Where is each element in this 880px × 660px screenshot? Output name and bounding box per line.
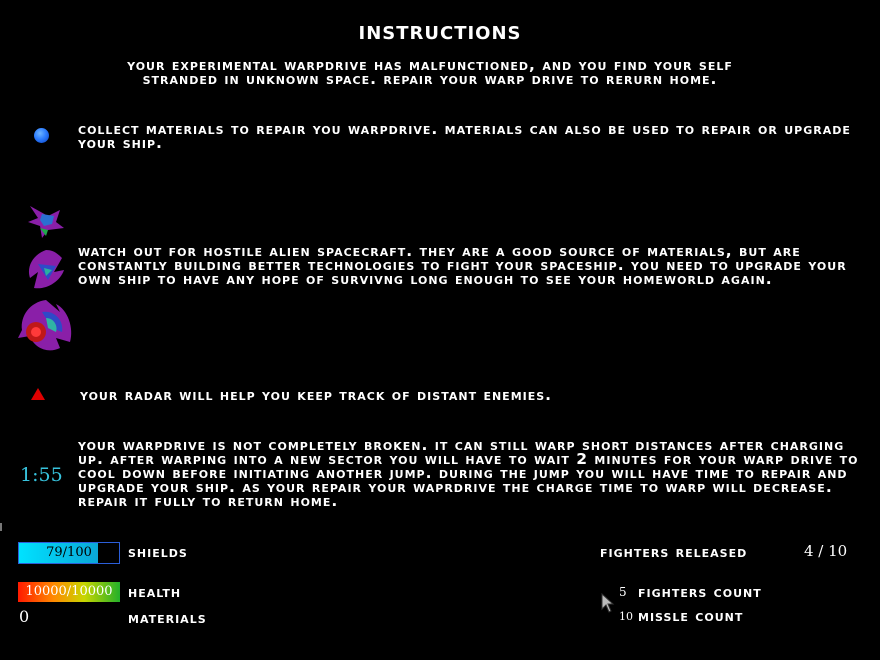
shields-value: 79/100: [46, 545, 92, 560]
fighters-released-value: 4 / 10: [804, 542, 848, 560]
shields-label: Shields: [128, 543, 188, 561]
radar-text: Your radar will help you keep track of d…: [80, 386, 553, 404]
missle-count-value: 10: [619, 610, 633, 623]
warp-timer: 1:55: [20, 464, 63, 486]
mouse-cursor-icon: [601, 593, 615, 613]
materials-value: 0: [19, 607, 30, 626]
edge-mark: [0, 523, 2, 531]
intro-text: Your experimental warpdrive has malfunct…: [127, 56, 733, 88]
missle-count-label: Missle Count: [638, 607, 744, 625]
shields-bar: 79/100: [18, 542, 120, 564]
fighters-count-value: 5: [619, 585, 627, 599]
alien-mothership-icon: [18, 300, 72, 351]
fighters-released-label: Fighters Released: [600, 543, 748, 561]
alien-fighter-icon: [28, 206, 64, 238]
health-label: Health: [128, 583, 182, 601]
aliens-text: Watch out for hostile alien spacecraft. …: [78, 242, 847, 288]
materials-label: Materials: [128, 609, 207, 627]
health-bar: 10000/10000: [18, 582, 120, 602]
blue-orb-icon: [34, 128, 49, 143]
page-title: Instructions: [358, 16, 522, 46]
fighters-count-label: Fighters Count: [638, 583, 762, 601]
warp-text: Your warpdrive is not completely broken.…: [78, 436, 859, 510]
red-triangle-icon: [31, 388, 45, 400]
health-value: 10000/10000: [25, 584, 113, 599]
alien-cruiser-icon: [28, 250, 65, 289]
materials-text: Collect materials to repair you warpdriv…: [78, 120, 851, 152]
